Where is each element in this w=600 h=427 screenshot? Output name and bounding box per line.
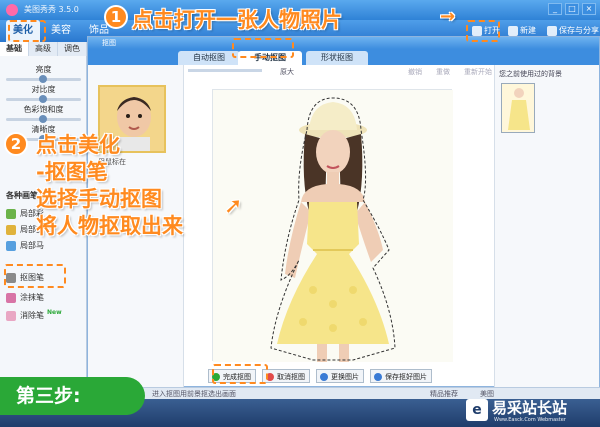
tools-title: 各种画笔 xyxy=(6,191,38,200)
step2-line: -抠图笔 xyxy=(36,160,108,184)
dialog-tabs: 自动抠图 手动抠图 形状抠图 xyxy=(88,49,599,65)
close-button[interactable]: × xyxy=(582,3,596,15)
brush-icon xyxy=(6,241,16,251)
undo-button[interactable]: 撤销 xyxy=(408,67,422,77)
zoom-original-label[interactable]: 原大 xyxy=(280,67,294,77)
new-badge: New xyxy=(47,309,62,316)
zoom-bar: 原大 撤销 重做 重新开始 xyxy=(188,67,508,79)
dialog-title: 抠图 xyxy=(88,37,599,49)
tool-label: 局部马 xyxy=(20,241,44,250)
highlight-manual-cutout xyxy=(232,38,294,58)
mini-woman-image xyxy=(508,88,530,130)
step-three-badge: 第三步: xyxy=(0,377,145,415)
highlight-meihua-tab xyxy=(8,20,46,42)
previous-background-thumbnail[interactable] xyxy=(501,83,535,133)
eraser-icon xyxy=(6,311,16,321)
app-title: 美图秀秀 3.5.0 xyxy=(24,5,79,14)
recommend-link[interactable]: 精品推荐 xyxy=(430,389,458,399)
save-label: 保存与分享 xyxy=(559,26,599,35)
tab-meirong[interactable]: 美容 xyxy=(44,20,78,42)
slider-saturation[interactable]: 色彩饱和度 xyxy=(6,104,81,123)
button-label: 取消抠图 xyxy=(277,373,305,381)
highlight-finish-button xyxy=(212,364,268,384)
tool-label: 涂抹笔 xyxy=(20,293,44,302)
app-icon xyxy=(6,4,18,16)
highlight-cutout-pen xyxy=(4,264,66,288)
tool-local-mosaic[interactable]: 局部马 xyxy=(6,240,44,252)
new-file-icon xyxy=(508,26,518,36)
minimize-button[interactable]: _ xyxy=(548,3,562,15)
subtab-advanced[interactable]: 高级 xyxy=(29,42,58,56)
save-icon xyxy=(374,373,382,381)
subtab-basic[interactable]: 基础 xyxy=(0,42,29,56)
slider-contrast[interactable]: 对比度 xyxy=(6,84,81,103)
redo-button[interactable]: 重做 xyxy=(436,67,450,77)
step2-instruction: 点击美化 -抠图笔 选择手动抠图 将人物抠取出来 xyxy=(36,132,183,240)
restart-button[interactable]: 重新开始 xyxy=(464,67,492,77)
button-label: 更换图片 xyxy=(331,373,359,381)
slider-knob[interactable] xyxy=(39,95,47,103)
slider-label: 色彩饱和度 xyxy=(23,105,64,114)
slider-brightness[interactable]: 亮度 xyxy=(6,64,81,83)
slider-track[interactable] xyxy=(6,95,81,103)
tab-shape-cutout[interactable]: 形状抠图 xyxy=(306,51,368,65)
button-label: 保存抠好图片 xyxy=(385,373,427,381)
slider-knob[interactable] xyxy=(39,75,47,83)
woman-photo-image xyxy=(213,90,453,362)
slider-knob[interactable] xyxy=(39,115,47,123)
step2-line: 选择手动抠图 xyxy=(36,187,162,211)
brush-icon xyxy=(6,225,16,235)
cutout-canvas[interactable] xyxy=(212,89,453,362)
slider-track[interactable] xyxy=(6,115,81,123)
window-controls: _ □ × xyxy=(548,3,596,15)
step2-line: 将人物抠取出来 xyxy=(36,214,183,238)
watermark-logo-icon: e xyxy=(466,399,488,421)
brush-icon xyxy=(6,293,16,303)
step2-number: 2 xyxy=(4,132,28,156)
sub-tabs: 基础 高级 调色 xyxy=(0,42,87,56)
maximize-button[interactable]: □ xyxy=(565,3,579,15)
highlight-open-button xyxy=(466,20,500,42)
cancel-cutout-button[interactable]: 取消抠图 xyxy=(262,369,310,383)
zoom-slider[interactable] xyxy=(188,69,262,72)
slider-label: 亮度 xyxy=(35,65,52,74)
status-text: 进入抠图用前景抠选出画面 xyxy=(152,390,236,398)
step1-number: 1 xyxy=(104,5,128,29)
tool-eraser-pen[interactable]: 消除笔 New xyxy=(6,309,62,322)
tab-auto-cutout[interactable]: 自动抠图 xyxy=(178,51,240,65)
save-cutout-button[interactable]: 保存抠好图片 xyxy=(370,369,432,383)
save-icon xyxy=(547,26,557,36)
step2-line: 点击美化 xyxy=(36,133,120,157)
picture-icon xyxy=(320,373,328,381)
subtab-color[interactable]: 调色 xyxy=(58,42,87,56)
watermark-name: 易采站长站 xyxy=(492,399,568,417)
slider-track[interactable] xyxy=(6,75,81,83)
tool-smudge-pen[interactable]: 涂抹笔 xyxy=(6,292,44,304)
watermark-url: Www.Easck.Com Webmaster xyxy=(494,417,566,423)
arrow-to-open: → xyxy=(440,6,456,27)
slider-label: 对比度 xyxy=(31,85,56,94)
watermark: e 易采站长站 Www.Easck.Com Webmaster xyxy=(466,397,600,427)
arrow-to-canvas: ➚ xyxy=(224,194,243,219)
new-label: 新建 xyxy=(520,26,536,35)
change-picture-button[interactable]: 更换图片 xyxy=(316,369,364,383)
background-history-label: 您之前使用过的背景 xyxy=(499,70,562,78)
tool-label: 消除笔 xyxy=(20,311,44,320)
background-history: 您之前使用过的背景 xyxy=(494,65,599,388)
brush-icon xyxy=(6,209,16,219)
step1-instruction: 点击打开一张人物照片 xyxy=(132,8,342,32)
